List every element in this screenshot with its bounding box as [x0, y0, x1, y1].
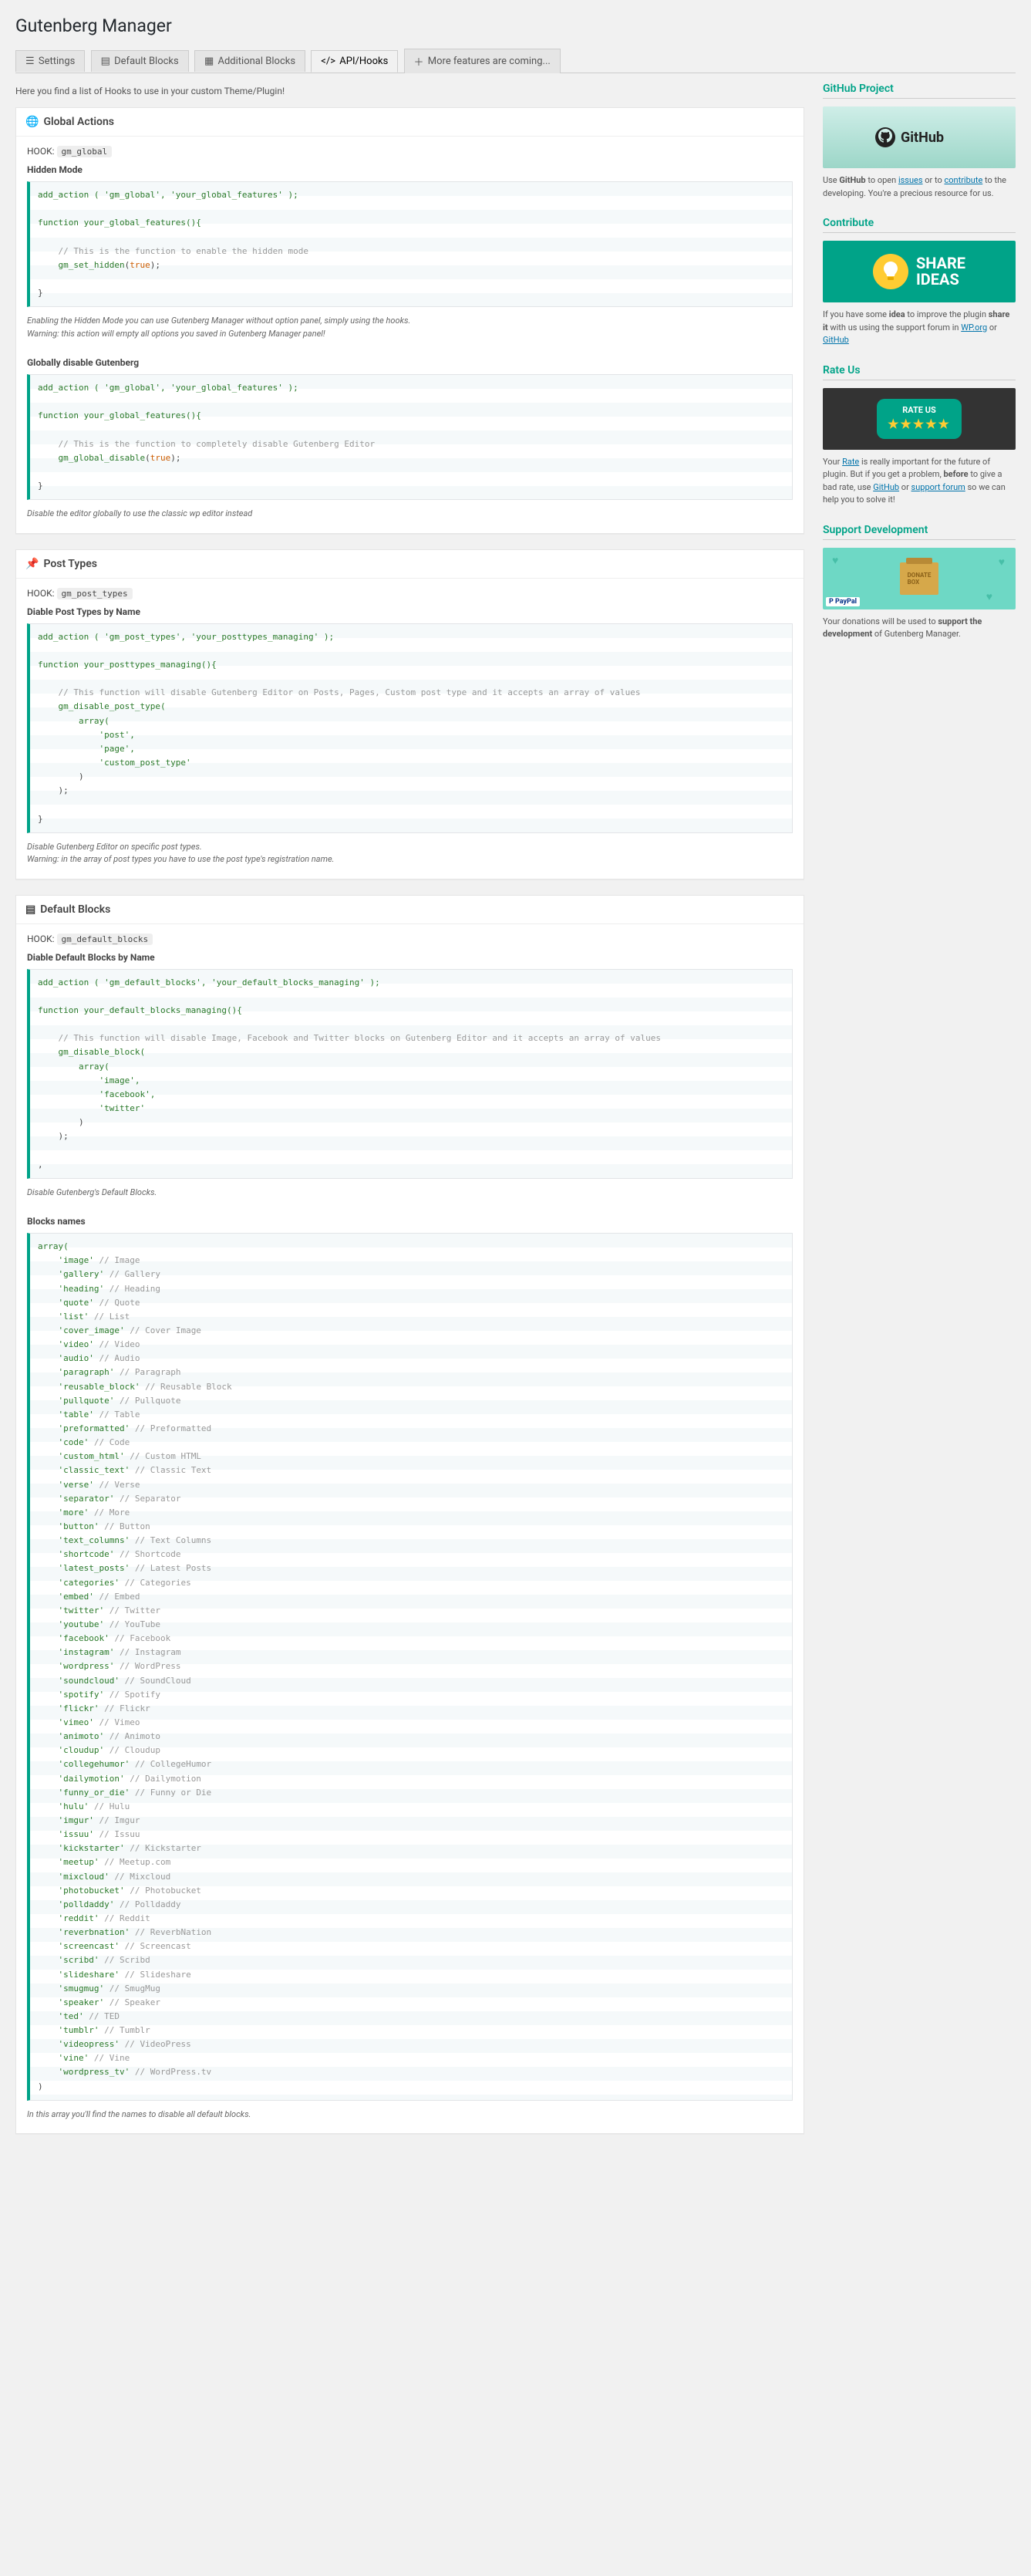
subheading-hidden-mode: Hidden Mode — [27, 164, 793, 175]
blocks-icon: ▤ — [101, 56, 110, 67]
globe-icon: 🌐 — [25, 116, 39, 128]
rate-title: RATE US — [888, 405, 951, 415]
lightbulb-icon — [873, 254, 908, 289]
paypal-badge: P PayPal — [826, 597, 860, 606]
hook-code: gm_global — [57, 146, 113, 157]
subheading-disable-posttypes: Diable Post Types by Name — [27, 606, 793, 617]
sidebar-heading: Rate Us — [823, 364, 1016, 380]
section-default-blocks: ▤Default Blocks HOOK: gm_default_blocks … — [15, 895, 804, 2135]
subheading-global-disable: Globally disable Gutenberg — [27, 357, 793, 368]
note-default-blocks: Disable Gutenberg's Default Blocks. — [27, 1187, 793, 1200]
sidebar-text: If you have some idea to improve the plu… — [823, 309, 1016, 347]
sidebar-github: GitHub Project GitHub Use GitHub to open… — [823, 83, 1016, 200]
rate-bubble: RATE US ★★★★★ — [877, 399, 962, 439]
link-github[interactable]: GitHub — [823, 335, 849, 345]
sidebar-contribute: Contribute SHAREIDEAS If you have some i… — [823, 217, 1016, 347]
note-post-types: Disable Gutenberg Editor on specific pos… — [27, 841, 793, 866]
page-title: Gutenberg Manager — [15, 15, 1016, 36]
svg-text:GitHub: GitHub — [901, 130, 944, 146]
sidebar-text: Your Rate is really important for the fu… — [823, 456, 1016, 507]
tab-label: More features are coming... — [428, 56, 551, 67]
code-post-types: add_action ( 'gm_post_types', 'your_post… — [27, 623, 793, 833]
tab-settings[interactable]: ☰ Settings — [15, 50, 85, 72]
heart-icon: ♥ — [999, 555, 1005, 569]
hook-label: HOOK: gm_default_blocks — [27, 934, 793, 944]
hook-code: gm_default_blocks — [57, 934, 153, 945]
code-icon: </> — [321, 56, 335, 67]
section-heading: 🌐Global Actions — [16, 108, 804, 137]
hook-label: HOOK: gm_global — [27, 146, 793, 157]
sidebar-heading: Support Development — [823, 524, 1016, 540]
share-text: SHAREIDEAS — [916, 255, 965, 288]
section-heading: 📌Post Types — [16, 550, 804, 579]
note-global-disable: Disable the editor globally to use the c… — [27, 508, 793, 521]
section-heading: ▤Default Blocks — [16, 896, 804, 924]
settings-icon: ☰ — [25, 56, 35, 67]
additional-icon: ▦ — [204, 56, 214, 67]
rate-banner[interactable]: RATE US ★★★★★ — [823, 388, 1016, 450]
section-post-types: 📌Post Types HOOK: gm_post_types Diable P… — [15, 549, 804, 879]
hook-label: HOOK: gm_post_types — [27, 588, 793, 599]
pin-icon: 📌 — [25, 558, 39, 570]
subheading-disable-default-blocks: Diable Default Blocks by Name — [27, 952, 793, 963]
tab-additional-blocks[interactable]: ▦ Additional Blocks — [194, 50, 305, 72]
link-rate[interactable]: Rate — [842, 457, 859, 467]
sidebar-support: Support Development ♥ ♥ ♥ DONATE BOX P P… — [823, 524, 1016, 641]
heart-icon: ♥ — [986, 590, 992, 603]
section-global-actions: 🌐Global Actions HOOK: gm_global Hidden M… — [15, 107, 804, 534]
link-wporg[interactable]: WP.org — [961, 322, 987, 333]
code-global-disable: add_action ( 'gm_global', 'your_global_f… — [27, 374, 793, 500]
subheading-block-names: Blocks names — [27, 1216, 793, 1227]
link-support-forum[interactable]: support forum — [911, 482, 965, 492]
tab-label: Settings — [39, 56, 75, 67]
blocks-icon: ▤ — [25, 903, 35, 916]
sidebar-text: Use GitHub to open issues or to contribu… — [823, 174, 1016, 200]
link-github[interactable]: GitHub — [873, 482, 899, 492]
tab-api-hooks[interactable]: </> API/Hooks — [311, 50, 398, 73]
note-hidden-mode: Enabling the Hidden Mode you can use Gut… — [27, 315, 793, 340]
share-banner[interactable]: SHAREIDEAS — [823, 241, 1016, 302]
tab-label: API/Hooks — [339, 56, 388, 67]
code-block-names: array( 'image' // Image 'gallery' // Gal… — [27, 1233, 793, 2101]
link-issues[interactable]: issues — [898, 175, 923, 185]
tab-label: Default Blocks — [114, 56, 179, 67]
tab-more[interactable]: ＋ More features are coming... — [404, 49, 561, 73]
donate-banner[interactable]: ♥ ♥ ♥ DONATE BOX P PayPal — [823, 548, 1016, 609]
nav-tabs: ☰ Settings ▤ Default Blocks ▦ Additional… — [15, 48, 1016, 73]
code-global-hidden: add_action ( 'gm_global', 'your_global_f… — [27, 181, 793, 307]
tab-label: Additional Blocks — [218, 56, 296, 67]
stars-icon: ★★★★★ — [888, 417, 951, 431]
sidebar-heading: GitHub Project — [823, 83, 1016, 99]
hook-code: gm_post_types — [57, 588, 133, 599]
github-banner[interactable]: GitHub — [823, 106, 1016, 168]
sidebar-heading: Contribute — [823, 217, 1016, 233]
heart-icon: ♥ — [832, 554, 838, 567]
link-contribute[interactable]: contribute — [945, 175, 983, 185]
sidebar-rate: Rate Us RATE US ★★★★★ Your Rate is reall… — [823, 364, 1016, 507]
plus-icon: ＋ — [414, 54, 424, 69]
sidebar-text: Your donations will be used to support t… — [823, 616, 1016, 641]
tab-default-blocks[interactable]: ▤ Default Blocks — [91, 50, 189, 72]
code-default-blocks: add_action ( 'gm_default_blocks', 'your_… — [27, 969, 793, 1179]
note-block-names: In this array you'll find the names to d… — [27, 2108, 793, 2122]
donate-box-icon: DONATE BOX — [900, 562, 938, 595]
intro-text: Here you find a list of Hooks to use in … — [15, 86, 804, 96]
